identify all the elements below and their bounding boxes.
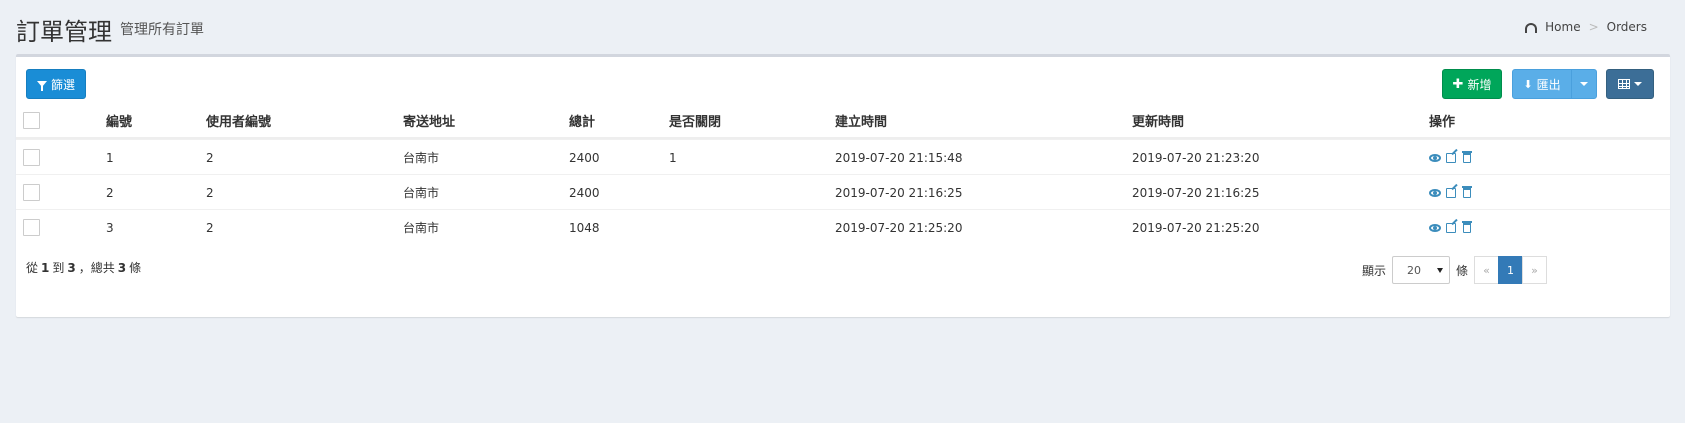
cell-updated-at: 2019-07-20 21:25:20: [1132, 220, 1260, 235]
view-icon[interactable]: [1429, 222, 1441, 233]
cell-address: 台南市: [403, 186, 440, 200]
row-checkbox[interactable]: [23, 184, 40, 201]
cell-created-at: 2019-07-20 21:25:20: [835, 220, 963, 235]
cell-id: 3: [106, 220, 114, 235]
summary-total: 3: [117, 260, 127, 275]
trash-icon[interactable]: [1461, 220, 1473, 233]
summary-to: 3: [67, 260, 76, 275]
row-actions: [1429, 140, 1473, 175]
cell-user-id: 2: [206, 185, 214, 200]
cell-total: 1048: [569, 220, 600, 235]
download-icon: ⬇: [1523, 77, 1533, 91]
chevron-down-icon: [1634, 82, 1642, 86]
column-header-actions: 操作: [1429, 115, 1456, 130]
select-all-checkbox[interactable]: [23, 112, 40, 129]
table-icon: [1618, 79, 1630, 89]
filter-button[interactable]: 篩選: [26, 69, 86, 99]
column-header-id[interactable]: 編號: [106, 103, 132, 138]
breadcrumb: Home > Orders: [1525, 20, 1647, 34]
cell-updated-at: 2019-07-20 21:16:25: [1132, 185, 1260, 200]
cell-address: 台南市: [403, 221, 440, 235]
table-row: 3 2 台南市 1048 2019-07-20 21:25:20 2019-07…: [16, 209, 1670, 244]
cell-id: 2: [106, 185, 114, 200]
summary-total-label: ，總共: [78, 261, 115, 275]
per-page-value: 20: [1407, 263, 1422, 277]
per-page-unit: 條: [1456, 263, 1469, 278]
cell-created-at: 2019-07-20 21:15:48: [835, 150, 963, 165]
table-row: 2 2 台南市 2400 2019-07-20 21:16:25 2019-07…: [16, 174, 1670, 209]
export-button[interactable]: ⬇ 匯出: [1512, 69, 1572, 99]
pagination-page-1[interactable]: 1: [1498, 256, 1523, 284]
filter-button-label: 篩選: [50, 77, 75, 92]
cell-total: 2400: [569, 185, 600, 200]
breadcrumb-separator: >: [1588, 20, 1599, 34]
edit-icon[interactable]: [1445, 152, 1457, 163]
breadcrumb-home[interactable]: Home: [1545, 20, 1580, 34]
summary-to-label: 到: [52, 261, 65, 275]
cell-id: 1: [106, 150, 114, 165]
export-dropdown-toggle[interactable]: [1571, 69, 1597, 99]
edit-icon[interactable]: [1445, 222, 1457, 233]
trash-icon[interactable]: [1461, 185, 1473, 198]
chevron-down-icon: [1580, 82, 1588, 86]
pagination-summary: 從 1 到 3 ，總共 3 條: [26, 259, 141, 276]
cell-closed: 1: [669, 150, 677, 165]
view-icon[interactable]: [1429, 187, 1441, 198]
column-header-closed[interactable]: 是否關閉: [669, 103, 721, 138]
pagination: « 1 »: [1474, 256, 1547, 284]
orders-box: 篩選 ✚ 新增 ⬇ 匯出 編號 使用者編號 寄送地址 總計 是否關閉 建立時間 …: [16, 54, 1670, 317]
trash-icon[interactable]: [1461, 150, 1473, 163]
row-actions: [1429, 210, 1473, 245]
view-icon[interactable]: [1429, 152, 1441, 163]
column-header-updated-at[interactable]: 更新時間: [1132, 103, 1184, 138]
per-page-label: 顯示: [1362, 263, 1387, 278]
add-button-label: 新增: [1467, 77, 1492, 92]
per-page-select[interactable]: 20: [1392, 256, 1451, 284]
row-checkbox[interactable]: [23, 149, 40, 166]
add-button[interactable]: ✚ 新增: [1442, 69, 1502, 99]
column-header-user-id[interactable]: 使用者編號: [206, 103, 271, 138]
table-row: 1 2 台南市 2400 1 2019-07-20 21:15:48 2019-…: [16, 139, 1670, 174]
breadcrumb-orders: Orders: [1606, 20, 1647, 34]
column-header-total[interactable]: 總計: [569, 103, 595, 138]
per-page-control: 顯示 20 條: [1362, 256, 1468, 284]
content-header: 訂單管理 管理所有訂單 Home > Orders: [16, 12, 1669, 48]
dashboard-icon: [1525, 23, 1538, 33]
filter-icon: [36, 81, 47, 91]
cell-address: 台南市: [403, 151, 440, 165]
cell-user-id: 2: [206, 220, 214, 235]
cell-user-id: 2: [206, 150, 214, 165]
export-button-label: 匯出: [1536, 77, 1561, 92]
page-title: 訂單管理: [16, 18, 112, 46]
pagination-next[interactable]: »: [1522, 256, 1547, 284]
column-header-address[interactable]: 寄送地址: [403, 103, 455, 138]
cell-created-at: 2019-07-20 21:16:25: [835, 185, 963, 200]
table-header-row: 編號 使用者編號 寄送地址 總計 是否關閉 建立時間 更新時間 操作: [16, 103, 1670, 139]
edit-icon[interactable]: [1445, 187, 1457, 198]
row-actions: [1429, 175, 1473, 210]
page-subtitle: 管理所有訂單: [120, 22, 204, 38]
cell-total: 2400: [569, 150, 600, 165]
column-header-created-at[interactable]: 建立時間: [835, 103, 887, 138]
summary-from-label: 從: [26, 261, 39, 275]
summary-from: 1: [41, 260, 50, 275]
cell-updated-at: 2019-07-20 21:23:20: [1132, 150, 1260, 165]
row-checkbox[interactable]: [23, 219, 40, 236]
plus-icon: ✚: [1452, 76, 1464, 92]
pagination-prev[interactable]: «: [1474, 256, 1499, 284]
chevron-down-icon: [1437, 267, 1444, 273]
columns-button[interactable]: [1606, 69, 1654, 99]
summary-unit: 條: [129, 261, 142, 275]
